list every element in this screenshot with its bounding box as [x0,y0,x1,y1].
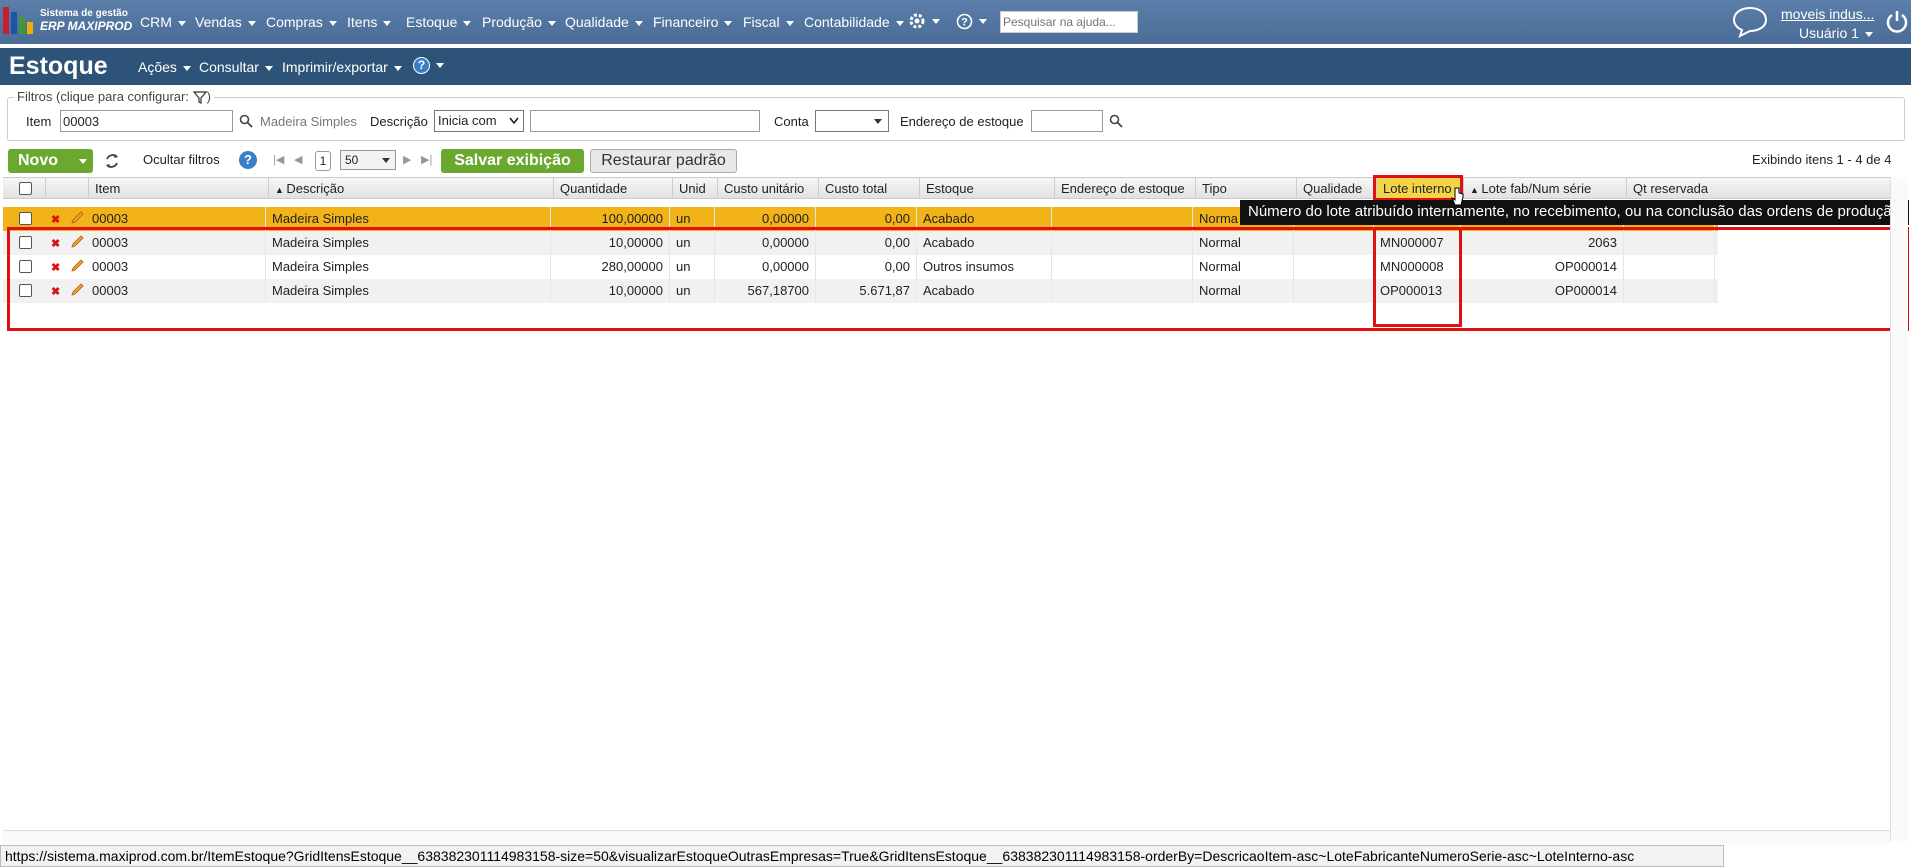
endereco-filter-input[interactable] [1031,110,1103,132]
horizontal-scrollbar[interactable] [3,830,1890,844]
help-icon[interactable]: ? [239,151,257,169]
search-icon[interactable] [1109,114,1123,128]
menu-estoque[interactable]: Estoque [406,14,472,30]
page-title: Estoque [9,52,108,80]
col-item[interactable]: Item [89,178,269,198]
col-tipo[interactable]: Tipo [1196,178,1297,198]
col-qualidade[interactable]: Qualidade [1297,178,1377,198]
settings-menu[interactable] [908,12,940,30]
app-title: Sistema de gestão ERP MAXIPROD [40,8,133,33]
col-qt-reservada[interactable]: Qt reservada [1627,178,1893,198]
menu-itens[interactable]: Itens [347,14,392,30]
salvar-exibicao-button[interactable]: Salvar exibição [441,149,584,173]
menu-compras[interactable]: Compras [266,14,337,30]
col-quantidade[interactable]: Quantidade [554,178,673,198]
col-estoque[interactable]: Estoque [920,178,1055,198]
imprimir-exportar-menu[interactable]: Imprimir/exportar [282,59,402,75]
descricao-filter-input[interactable] [530,110,760,132]
grid-header: Item ▲ Descrição Quantidade Unid Custo u… [3,177,1893,199]
select-all-header [3,178,46,198]
menu-contabilidade[interactable]: Contabilidade [804,14,904,30]
item-filter-label: Item [26,114,52,129]
conta-filter-label: Conta [774,114,809,129]
page-header-bar: Estoque Ações Consultar Imprimir/exporta… [0,48,1911,85]
col-unid[interactable]: Unid [673,178,718,198]
highlight-box-lote-header [1373,175,1463,201]
endereco-filter-label: Endereço de estoque [900,114,1024,129]
company-link[interactable]: moveis indus... [1781,6,1874,22]
highlight-box-lote-column [1373,227,1462,327]
descricao-filter-label: Descrição [370,114,428,129]
caret-down-icon [382,158,390,163]
highlight-box-rows [7,227,1909,331]
menu-qualidade[interactable]: Qualidade [565,14,643,30]
user-menu[interactable]: Usuário 1 [1799,25,1873,41]
chat-icon[interactable] [1730,6,1770,38]
select-all-checkbox[interactable] [19,182,32,195]
descricao-mode-select[interactable]: Inicia com [434,110,524,132]
caret-down-icon [874,119,882,124]
next-page-icon[interactable]: ▶ [403,153,411,166]
col-custo-total[interactable]: Custo total [819,178,920,198]
acoes-menu[interactable]: Ações [138,59,191,75]
restaurar-padrao-button[interactable]: Restaurar padrão [590,149,737,173]
gear-icon [909,13,925,29]
novo-button[interactable]: Novo [8,149,93,173]
maxiprod-logo[interactable] [3,7,33,34]
page-number-input[interactable]: 1 [315,151,331,171]
mouse-cursor-icon [1451,187,1464,206]
filter-icon[interactable] [192,91,207,105]
status-bar-url: https://sistema.maxiprod.com.br/ItemEsto… [0,845,1724,867]
help-search-input[interactable] [1000,11,1138,33]
menu-producao[interactable]: Produção [482,14,556,30]
help-icon: ? [413,57,430,74]
sort-asc-icon: ▲ [1470,185,1482,195]
menu-financeiro[interactable]: Financeiro [653,14,733,30]
col-lote-fab[interactable]: ▲ Lote fab/Num série [1464,178,1627,198]
col-custo-unitario[interactable]: Custo unitário [718,178,819,198]
item-description-hint: Madeira Simples [260,114,357,129]
power-icon[interactable] [1884,8,1910,34]
row-checkbox[interactable] [19,212,32,225]
consultar-menu[interactable]: Consultar [199,59,273,75]
svg-text:?: ? [961,16,968,28]
filters-legend[interactable]: Filtros (clique para configurar: ) [14,89,214,105]
question-icon: ? [956,13,973,30]
items-count: Exibindo itens 1 - 4 de 4 [1752,152,1892,167]
chevron-down-icon [509,117,519,125]
ocultar-filtros-button[interactable]: Ocultar filtros [143,152,220,167]
refresh-icon[interactable] [103,151,121,171]
col-descricao[interactable]: ▲ Descrição [269,178,554,198]
menu-vendas[interactable]: Vendas [195,14,256,30]
item-filter-input[interactable] [60,110,233,132]
page-help[interactable]: ? [413,56,444,74]
vertical-scrollbar[interactable] [1890,177,1908,841]
menu-crm[interactable]: CRM [140,14,186,30]
col-endereco[interactable]: Endereço de estoque [1055,178,1196,198]
column-tooltip: Número do lote atribuído internamente, n… [1240,200,1909,225]
conta-select[interactable] [815,110,889,132]
page-size-select[interactable]: 50 [340,150,396,170]
menu-fiscal[interactable]: Fiscal [743,14,794,30]
sort-asc-icon: ▲ [275,185,287,195]
search-icon[interactable] [239,114,253,128]
delete-icon[interactable]: ✖ [51,213,60,226]
first-page-icon[interactable]: |◀ [273,153,284,166]
actions-header [46,178,89,198]
help-menu[interactable]: ? [956,12,987,30]
last-page-icon[interactable]: ▶| [421,153,432,166]
edit-pencil-icon[interactable] [69,210,85,226]
prev-page-icon[interactable]: ◀ [294,153,302,166]
grid-toolbar [7,147,1905,175]
top-nav: Sistema de gestão ERP MAXIPROD CRM Vendas… [0,0,1911,44]
